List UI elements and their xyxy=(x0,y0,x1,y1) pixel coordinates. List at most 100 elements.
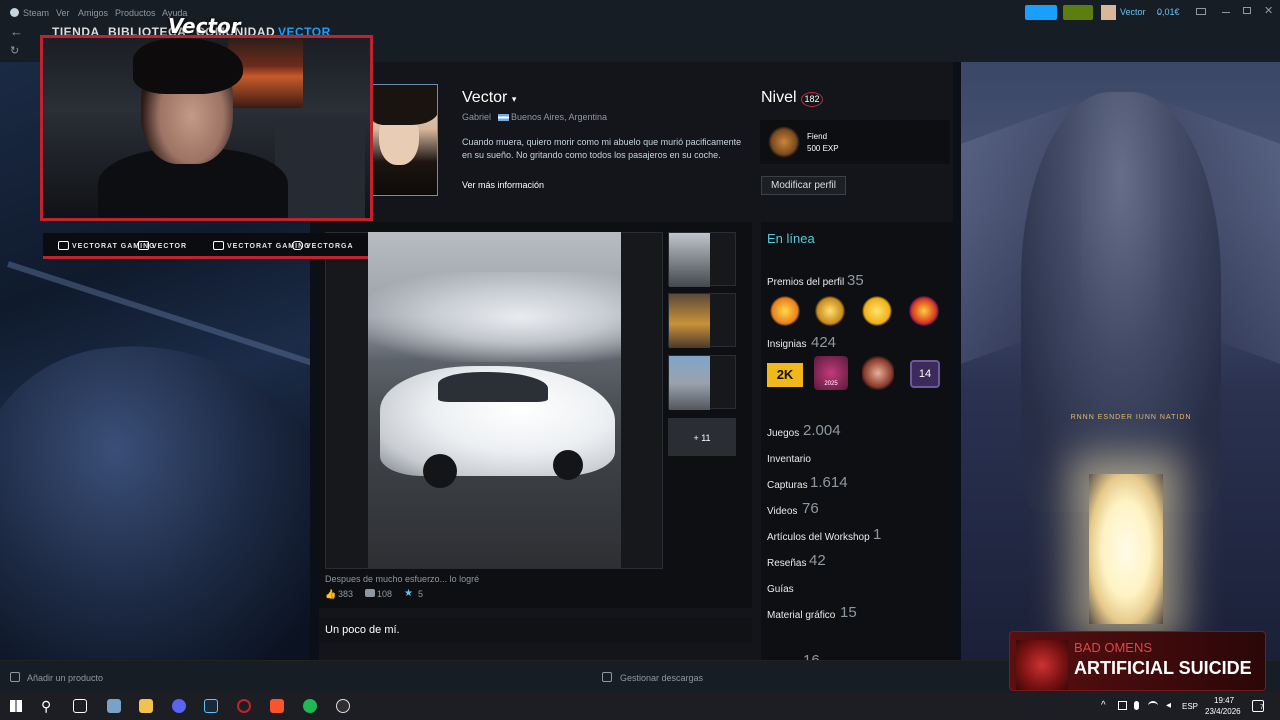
games-count: 2.004 xyxy=(803,422,841,439)
mist xyxy=(368,272,621,362)
comments-count: 108 xyxy=(377,589,393,599)
screenshots-count: 1.614 xyxy=(810,474,848,491)
announcements-button[interactable] xyxy=(1025,5,1057,20)
add-icon[interactable] xyxy=(10,672,20,682)
volume-icon[interactable]: ◂ xyxy=(1166,700,1171,711)
reviews-link[interactable]: Reseñas xyxy=(767,558,806,569)
back-arrow-icon[interactable]: ← xyxy=(10,24,23,39)
badge-2k[interactable]: 2K xyxy=(767,363,803,387)
badges-count: 424 xyxy=(811,334,837,351)
brave-icon[interactable] xyxy=(270,699,284,713)
wifi-icon[interactable] xyxy=(1148,701,1158,710)
add-product-link[interactable]: Añadir un producto xyxy=(27,673,103,683)
menu-view[interactable]: Ver xyxy=(56,8,70,18)
big-picture-icon[interactable] xyxy=(1196,8,1206,15)
manage-downloads-link[interactable]: Gestionar descargas xyxy=(620,673,703,683)
menu-friends[interactable]: Amigos xyxy=(78,8,108,18)
microphone-icon[interactable] xyxy=(1134,701,1139,710)
app-icon[interactable] xyxy=(107,699,121,713)
chevron-down-icon[interactable]: ▾ xyxy=(512,94,517,104)
profile-award-icon[interactable] xyxy=(909,296,939,326)
profile-awards-link[interactable]: Premios del perfil xyxy=(767,277,844,288)
level-badge: 182 xyxy=(801,92,823,107)
notification-count: 7 xyxy=(1260,704,1264,711)
menu-games[interactable]: Productos xyxy=(115,8,156,18)
car-wheel xyxy=(553,450,583,480)
edit-profile-button[interactable]: Modificar perfil xyxy=(761,176,846,195)
profile-avatar[interactable] xyxy=(370,84,438,196)
online-status: En línea xyxy=(767,231,815,246)
profile-name[interactable]: Vector ▾ xyxy=(462,89,516,107)
notifications-button[interactable] xyxy=(1063,5,1093,20)
background-rock xyxy=(0,318,310,660)
opera-icon[interactable] xyxy=(237,699,251,713)
task-view-icon[interactable] xyxy=(73,699,87,713)
badge-steam-year[interactable]: 2025 xyxy=(814,356,848,390)
screenshot-thumb[interactable] xyxy=(668,355,736,410)
guides-link[interactable]: Guías xyxy=(767,584,794,595)
profile-awards-count: 35 xyxy=(847,272,864,289)
workshop-link[interactable]: Artículos del Workshop xyxy=(767,532,870,543)
maximize-icon[interactable] xyxy=(1243,7,1251,14)
profile-location: Buenos Aires, Argentina xyxy=(511,112,608,122)
profile-award-icon[interactable] xyxy=(862,296,892,326)
profile-award-icon[interactable] xyxy=(770,296,800,326)
about-title: Un poco de mí. xyxy=(325,624,400,636)
account-avatar[interactable] xyxy=(1101,5,1116,20)
spotify-icon[interactable] xyxy=(303,699,317,713)
menu-steam[interactable]: Steam xyxy=(23,8,49,18)
badge-years-of-service[interactable]: 14 xyxy=(910,360,940,388)
thumbs-up-icon[interactable]: 👍 xyxy=(325,589,336,600)
steam-taskbar-icon[interactable] xyxy=(204,699,218,713)
clock-date[interactable]: 23/4/2026 xyxy=(1205,707,1241,716)
language-indicator[interactable]: ESP xyxy=(1182,702,1198,711)
badges-link[interactable]: Insignias xyxy=(767,339,806,350)
car-wheel xyxy=(423,454,457,488)
likes-count: 383 xyxy=(338,589,354,599)
screenshot-caption: Despues de mucho esfuerzo... lo logré xyxy=(325,574,480,584)
profile-real-name: Gabriel xyxy=(462,112,492,122)
refresh-icon[interactable]: ↻ xyxy=(10,44,19,57)
twitter-icon xyxy=(213,241,224,250)
social-twitch: VECTOR xyxy=(138,241,187,250)
music-track: ARTIFICIAL SUICIDE xyxy=(1074,658,1252,678)
clock-time[interactable]: 19:47 xyxy=(1214,696,1234,705)
windows-start-icon[interactable] xyxy=(10,700,22,712)
screenshot-thumb[interactable] xyxy=(668,293,736,348)
avatar-hair xyxy=(371,85,437,125)
workshop-count: 1 xyxy=(873,526,882,543)
search-icon[interactable]: ⚲ xyxy=(41,698,51,715)
now-playing-overlay: BAD OMENS ARTIFICIAL SUICIDE xyxy=(1009,631,1266,691)
account-balance[interactable]: 0,01€ xyxy=(1157,7,1180,17)
file-explorer-icon[interactable] xyxy=(139,699,153,713)
awards-count: 5 xyxy=(418,589,424,599)
featured-screenshot[interactable] xyxy=(368,232,621,568)
obs-icon[interactable] xyxy=(336,699,350,713)
fiend-badge-icon xyxy=(768,126,800,158)
profile-award-icon[interactable] xyxy=(815,296,845,326)
downloads-icon[interactable] xyxy=(602,672,612,682)
steam-logo-icon[interactable] xyxy=(10,8,19,17)
videos-link[interactable]: Videos xyxy=(767,506,797,517)
car-windshield xyxy=(438,372,548,402)
games-link[interactable]: Juegos xyxy=(767,428,799,439)
badge-character[interactable] xyxy=(862,356,894,390)
close-icon[interactable]: ✕ xyxy=(1264,4,1273,17)
more-screenshots-button[interactable]: + 11 xyxy=(668,418,736,456)
streamer-hair xyxy=(133,38,243,94)
inventory-link[interactable]: Inventario xyxy=(767,454,811,465)
badge-exp: 500 EXP xyxy=(807,144,839,153)
award-icon[interactable]: ★ xyxy=(404,588,413,599)
tray-chevron-icon[interactable]: ^ xyxy=(1101,700,1106,711)
twitch-icon xyxy=(138,241,149,250)
screenshots-link[interactable]: Capturas xyxy=(767,480,808,491)
comment-icon[interactable] xyxy=(365,589,375,597)
network-icon[interactable] xyxy=(1118,701,1127,710)
more-info-link[interactable]: Ver más información xyxy=(462,180,544,190)
windows-taskbar xyxy=(0,692,1280,720)
discord-icon[interactable] xyxy=(172,699,186,713)
screenshot-thumb[interactable] xyxy=(668,232,736,287)
artwork-link[interactable]: Material gráfico xyxy=(767,610,835,621)
account-name[interactable]: Vector xyxy=(1120,7,1146,17)
minimize-icon[interactable] xyxy=(1222,12,1230,13)
